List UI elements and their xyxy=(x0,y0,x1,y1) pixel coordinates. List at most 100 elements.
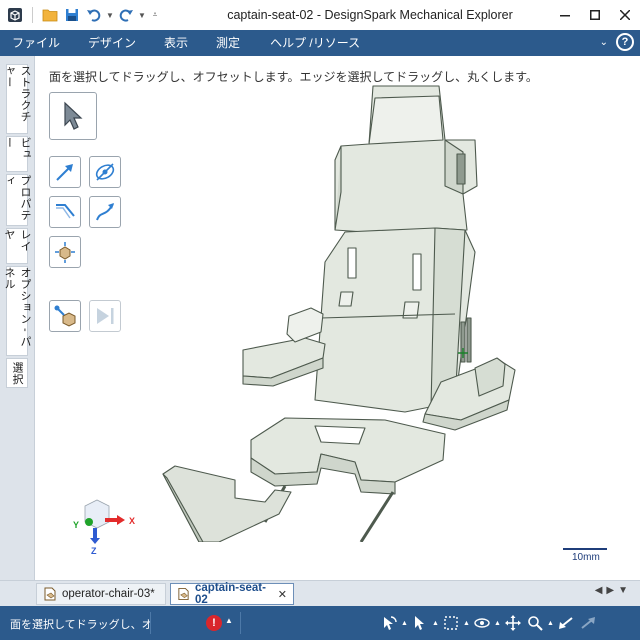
next-view-button[interactable] xyxy=(577,613,599,633)
pan-icon xyxy=(505,615,521,631)
status-divider xyxy=(150,612,151,634)
tab-view[interactable]: ビュー xyxy=(3,136,31,172)
fill-tool-button[interactable] xyxy=(49,196,81,228)
previous-view-icon xyxy=(559,617,573,629)
combine-tool-button[interactable] xyxy=(49,236,81,268)
dropdown-caret-icon[interactable]: ▲ xyxy=(400,613,409,633)
triad-x-label: X xyxy=(129,516,135,526)
tab-layers[interactable]: レイヤ xyxy=(3,228,31,264)
status-message: 面を選択してドラッグし、オフセットします。 xyxy=(10,619,150,631)
orientation-triad: X Y Z xyxy=(73,499,135,556)
assembly-tool-button[interactable] xyxy=(49,300,81,332)
tab-selection[interactable]: 選択 xyxy=(6,358,28,388)
triad-y-label: Y xyxy=(73,520,79,530)
doc-tab-operator-chair[interactable]: operator-chair-03* xyxy=(36,583,166,605)
fill-icon xyxy=(56,204,75,219)
pull-icon xyxy=(56,164,73,181)
tab-properties-label: プロパティ xyxy=(3,175,31,221)
play-icon xyxy=(97,308,114,324)
tab-scroll-arrows[interactable]: ◀▶▼ xyxy=(595,585,632,596)
menu-view[interactable]: 表示 xyxy=(148,30,200,56)
window-title: captain-seat-02 - DesignSpark Mechanical… xyxy=(227,8,513,22)
scale-line xyxy=(563,548,607,550)
close-window-button[interactable] xyxy=(610,0,640,30)
menu-file[interactable]: ファイル xyxy=(0,30,72,56)
select-arrow-icon xyxy=(64,101,83,130)
box-select-icon xyxy=(444,616,458,630)
pointer-button[interactable] xyxy=(409,613,431,633)
blend-tool-button[interactable] xyxy=(89,196,121,228)
tab-structure[interactable]: ストラクチャー xyxy=(3,64,31,134)
app-menu-button[interactable] xyxy=(4,4,26,26)
qa-divider xyxy=(32,7,33,23)
ribbon-collapse-icon[interactable]: ⌄ xyxy=(600,37,608,48)
tab-options-panel[interactable]: オプション - パネル xyxy=(3,266,31,356)
minimize-icon xyxy=(560,15,570,17)
open-button[interactable] xyxy=(39,4,61,26)
previous-view-button[interactable] xyxy=(555,613,577,633)
box-select-button[interactable] xyxy=(440,613,462,633)
menu-bar: ファイル デザイン 表示 測定 ヘルプ /リソース ⌄ ? xyxy=(0,30,640,56)
scale-bar: 10mm xyxy=(563,548,609,568)
selection-toolbar: ▲ ▲ ▲ ▲ ▲ xyxy=(378,613,599,633)
redo-dropdown-icon[interactable]: ▼ xyxy=(137,4,147,26)
dropdown-caret-icon[interactable]: ▲ xyxy=(493,613,502,633)
rotate-select-icon xyxy=(384,616,397,630)
pan-button[interactable] xyxy=(502,613,524,633)
quick-access-toolbar: ▼ ▼ ⩡ xyxy=(0,0,163,30)
dropdown-caret-icon[interactable]: ▲ xyxy=(431,613,440,633)
assembly-icon xyxy=(54,305,76,327)
tab-properties[interactable]: プロパティ xyxy=(3,174,31,226)
design-canvas[interactable]: 面を選択してドラッグし、オフセットします。エッジを選択してドラッグし、丸くします… xyxy=(34,56,640,580)
app-logo-icon xyxy=(8,8,22,22)
maximize-button[interactable] xyxy=(580,0,610,30)
pull-tool-button[interactable] xyxy=(49,156,81,188)
orbit-icon xyxy=(474,618,490,628)
window-controls xyxy=(550,0,640,30)
zoom-button[interactable] xyxy=(524,613,546,633)
select-mode-button[interactable] xyxy=(378,613,400,633)
doc-tab-label: captain-seat-02 xyxy=(195,582,266,606)
maximize-icon xyxy=(590,10,600,20)
menu-help[interactable]: ヘルプ /リソース xyxy=(252,30,372,56)
select-tool-button[interactable] xyxy=(49,92,97,140)
menu-design[interactable]: デザイン xyxy=(72,30,148,56)
doc-tab-label: operator-chair-03* xyxy=(62,588,155,600)
zoom-icon xyxy=(528,616,543,631)
undo-button[interactable] xyxy=(83,4,105,26)
document-tabs: operator-chair-03* captain-seat-02 ✕ ◀▶▼ xyxy=(0,580,640,606)
undo-dropdown-icon[interactable]: ▼ xyxy=(105,4,115,26)
save-button[interactable] xyxy=(61,4,83,26)
status-bar: 面を選択してドラッグし、オフセットします。 ! ▲ ▲ ▲ ▲ ▲ ▲ xyxy=(0,606,640,640)
tab-selection-label: 選択 xyxy=(11,361,23,385)
title-bar: ▼ ▼ ⩡ captain-seat-02 - DesignSpark Mech… xyxy=(0,0,640,30)
error-indicator-icon[interactable]: ! xyxy=(206,615,222,631)
redo-icon xyxy=(119,9,133,22)
move-tool-button[interactable] xyxy=(89,156,121,188)
menu-measure[interactable]: 測定 xyxy=(200,30,252,56)
triad-x-axis xyxy=(105,518,117,522)
close-tab-icon[interactable]: ✕ xyxy=(278,588,287,601)
undo-icon xyxy=(87,9,101,22)
help-icon[interactable]: ? xyxy=(616,33,634,51)
folder-icon xyxy=(42,9,58,22)
orbit-button[interactable] xyxy=(471,613,493,633)
pointer-icon xyxy=(415,616,424,630)
customize-toolbar-icon[interactable]: ⩡ xyxy=(147,4,163,26)
document-icon xyxy=(44,587,56,601)
dropdown-caret-icon[interactable]: ▲ xyxy=(546,613,555,633)
move-icon xyxy=(95,163,115,181)
error-dropdown-icon[interactable]: ▲ xyxy=(225,616,233,625)
scale-label: 10mm xyxy=(572,552,600,563)
combine-icon xyxy=(55,242,75,263)
tab-structure-label: ストラクチャー xyxy=(3,65,31,123)
doc-tab-captain-seat[interactable]: captain-seat-02 ✕ xyxy=(170,582,294,606)
triad-z-label: Z xyxy=(91,546,97,556)
menu-right-controls: ⌄ ? xyxy=(600,33,634,51)
redo-button[interactable] xyxy=(115,4,137,26)
triad-y-axis xyxy=(85,518,93,526)
minimize-button[interactable] xyxy=(550,0,580,30)
dropdown-caret-icon[interactable]: ▲ xyxy=(462,613,471,633)
seat-model[interactable] xyxy=(155,82,555,542)
play-tool-button[interactable] xyxy=(89,300,121,332)
